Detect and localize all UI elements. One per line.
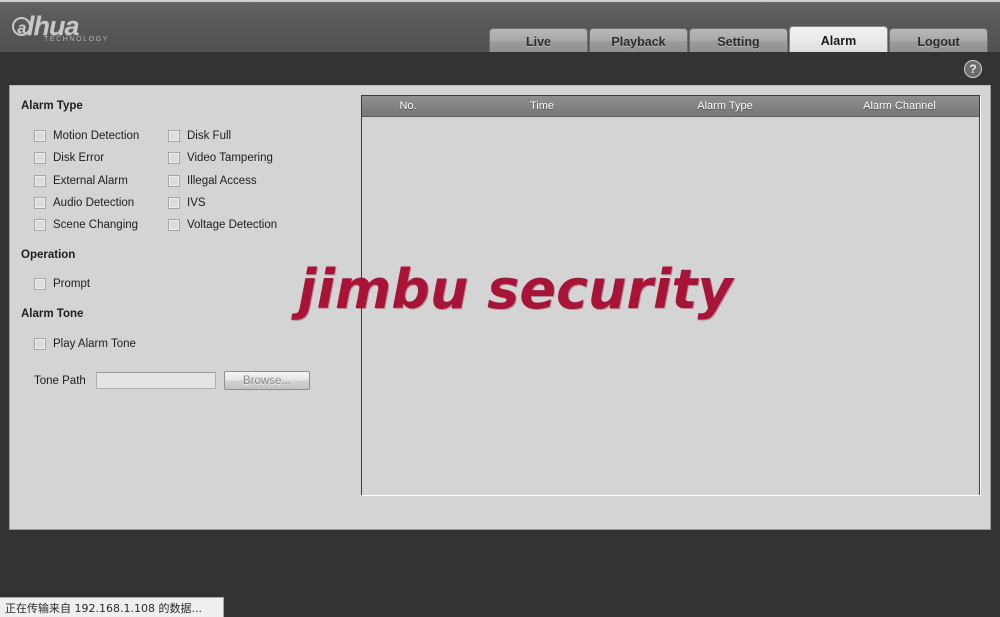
checkbox-disk-full[interactable]: Disk Full [168,130,231,142]
checkbox-icon[interactable] [34,197,46,209]
table-body-empty [362,117,979,495]
alarm-config-pane: Alarm Type Motion Detection Disk Error E… [10,86,362,529]
checkbox-icon[interactable] [168,219,180,231]
checkbox-label: Scene Changing [53,219,139,231]
checkbox-label: External Alarm [53,175,128,187]
tab-logout[interactable]: Logout [889,28,988,55]
checkbox-label: Disk Error [53,152,105,164]
table-header-row: No. Time Alarm Type Alarm Channel [362,96,979,117]
toolbar-strip: ? [0,52,1000,85]
content-panel: Alarm Type Motion Detection Disk Error E… [9,85,991,530]
page-header: alhua TECHNOLOGY Live Playback Setting A… [0,0,1000,55]
operation-heading: Operation [21,249,76,261]
checkbox-icon[interactable] [168,152,180,164]
checkbox-voltage-detection[interactable]: Voltage Detection [168,219,277,231]
checkbox-motion-detection[interactable]: Motion Detection [34,130,139,142]
column-header-time: Time [529,100,555,112]
status-text: 正在传输来自 192.168.1.108 的数据... [5,601,202,615]
tab-playback[interactable]: Playback [589,28,688,55]
tone-path-input[interactable] [96,372,216,389]
checkbox-icon[interactable] [34,130,46,142]
checkbox-label: Video Tampering [187,152,273,164]
checkbox-label: Prompt [53,278,91,290]
tab-setting[interactable]: Setting [689,28,788,55]
logo-wordmark: alhua [12,11,109,41]
checkbox-icon[interactable] [34,152,46,164]
dahua-logo: alhua TECHNOLOGY [12,11,109,45]
alarm-tone-heading: Alarm Tone [21,308,84,320]
alarm-type-heading: Alarm Type [21,100,83,112]
browser-status-bar: 正在传输来自 192.168.1.108 的数据... [0,597,224,617]
checkbox-label: Motion Detection [53,130,140,142]
checkbox-disk-error[interactable]: Disk Error [34,152,104,164]
checkbox-illegal-access[interactable]: Illegal Access [168,175,257,187]
checkbox-play-alarm-tone[interactable]: Play Alarm Tone [34,338,136,350]
column-header-no: No. [399,100,417,112]
checkbox-label: Illegal Access [187,175,257,187]
column-header-alarm-type: Alarm Type [697,100,753,112]
checkbox-ivs[interactable]: IVS [168,197,206,209]
logo-name-text: lhua [27,11,80,41]
checkbox-label: Play Alarm Tone [53,338,136,350]
tone-path-label: Tone Path [34,374,86,387]
checkbox-scene-changing[interactable]: Scene Changing [34,219,138,231]
checkbox-icon[interactable] [34,219,46,231]
checkbox-prompt[interactable]: Prompt [34,278,90,290]
checkbox-icon[interactable] [34,175,46,187]
dahua-web-interface: alhua TECHNOLOGY Live Playback Setting A… [0,0,1000,617]
column-header-alarm-channel: Alarm Channel [863,100,936,112]
help-icon[interactable]: ? [964,60,982,78]
alarm-log-table: No. Time Alarm Type Alarm Channel [361,95,980,495]
tab-alarm[interactable]: Alarm [789,26,888,55]
checkbox-label: IVS [187,197,206,209]
checkbox-label: Voltage Detection [187,219,278,231]
checkbox-label: Disk Full [187,130,232,142]
checkbox-external-alarm[interactable]: External Alarm [34,175,128,187]
checkbox-label: Audio Detection [53,197,135,209]
checkbox-icon[interactable] [168,197,180,209]
main-navigation: Live Playback Setting Alarm Logout [489,26,988,55]
browse-button[interactable]: Browse... [224,371,310,390]
checkbox-video-tampering[interactable]: Video Tampering [168,152,273,164]
checkbox-icon[interactable] [168,130,180,142]
checkbox-icon[interactable] [34,338,46,350]
checkbox-icon[interactable] [168,175,180,187]
tone-path-row: Tone Path Browse... [34,371,310,390]
checkbox-audio-detection[interactable]: Audio Detection [34,197,134,209]
checkbox-icon[interactable] [34,278,46,290]
tab-live[interactable]: Live [489,28,588,55]
